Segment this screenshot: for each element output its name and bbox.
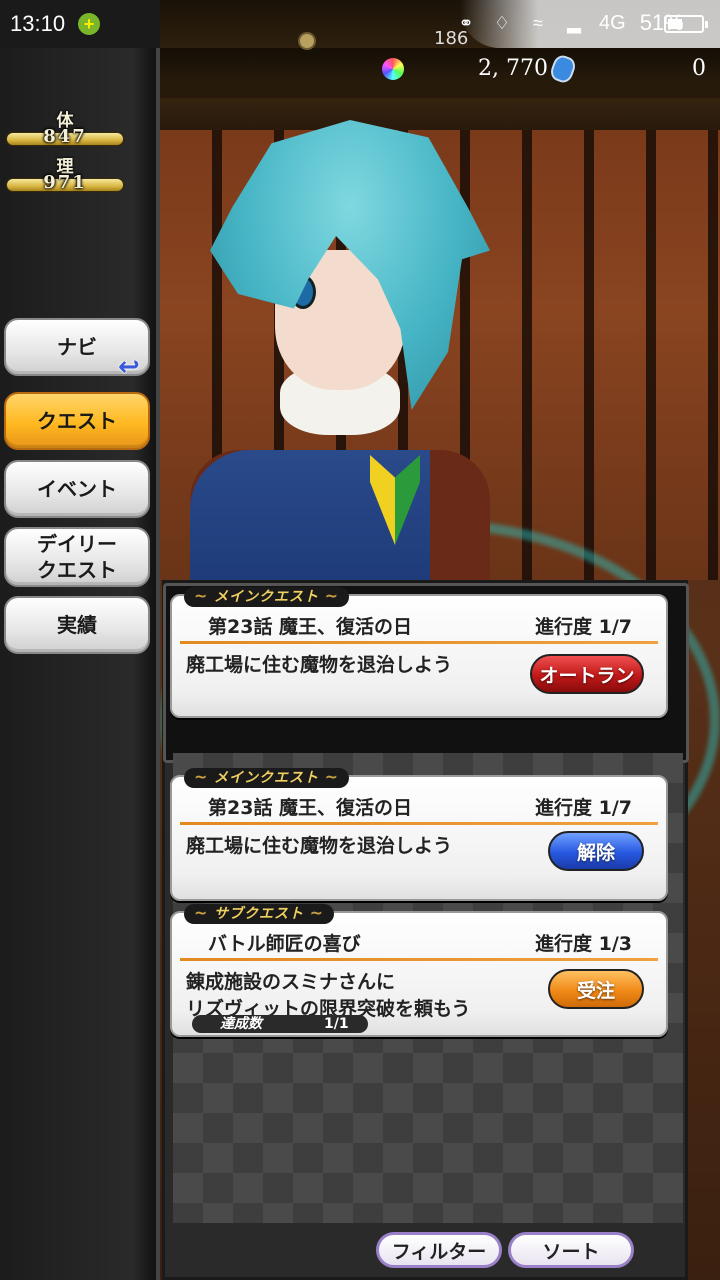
nav-daily-quest-label: デイリー クエスト (37, 532, 117, 582)
nav-achievements-label: 実績 (57, 613, 97, 637)
achievement-value: 1/1 (324, 1016, 349, 1032)
signal-icon: ▂ (567, 13, 581, 33)
divider (180, 958, 658, 961)
status-bar: 13:10 + ⚭ ♢ ≈ ▂ 4G 51% (0, 0, 720, 48)
crystal-count: 0 (692, 56, 706, 81)
quest-type-tag: サブクエスト (184, 903, 334, 924)
divider (180, 641, 658, 644)
nav-quest-label: クエスト (37, 409, 117, 433)
quest-progress: 進行度 1/3 (535, 933, 632, 955)
quest-card-sub[interactable]: サブクエスト バトル師匠の喜び 進行度 1/3 錬成施設のスミナさんに リズヴィ… (170, 903, 668, 1037)
stat-value-2: 971 (43, 172, 87, 193)
battery-icon (664, 15, 708, 33)
bell-off-icon: ♢ (493, 13, 511, 33)
return-arrow-icon: ↩ (118, 352, 140, 382)
sort-button[interactable]: ソート (508, 1232, 634, 1268)
nav-event-button[interactable]: イベント (4, 460, 150, 518)
quest-title: バトル師匠の喜び (208, 933, 361, 955)
achievement-count-bar: 達成数 1/1 (192, 1015, 368, 1033)
plus-notification-icon: + (78, 13, 100, 35)
quest-title: 第23話 魔王、復活の日 (208, 616, 413, 638)
auto-run-button[interactable]: オートラン (530, 654, 644, 694)
divider (180, 822, 658, 825)
wifi-icon: ≈ (533, 13, 543, 33)
quest-progress: 進行度 1/7 (535, 797, 632, 819)
quest-description: 廃工場に住む魔物を退治しよう (186, 654, 453, 676)
quest-title: 第23話 魔王、復活の日 (208, 797, 413, 819)
nav-quest-button[interactable]: クエスト (4, 392, 150, 450)
small-counter: 186 (434, 28, 469, 49)
status-icons: ⚭ ♢ ≈ ▂ 4G 51% (455, 10, 683, 36)
quest-description-line-1: 錬成施設のスミナさんに (186, 971, 396, 993)
character-portrait (190, 120, 520, 590)
quest-type-tag: メインクエスト (184, 586, 349, 607)
quest-description: 廃工場に住む魔物を退治しよう (186, 835, 453, 857)
coin-icon (298, 32, 316, 50)
quest-card-active[interactable]: メインクエスト 第23話 魔王、復活の日 進行度 1/7 廃工場に住む魔物を退治… (170, 586, 668, 718)
quest-type-tag: メインクエスト (184, 767, 349, 788)
clock: 13:10 (10, 11, 66, 36)
nav-event-label: イベント (37, 477, 117, 501)
gem-count: 2, 770 (478, 56, 548, 81)
quest-progress: 進行度 1/7 (535, 616, 632, 638)
achievement-label: 達成数 (220, 1016, 262, 1032)
nav-achievements-button[interactable]: 実績 (4, 596, 150, 654)
accept-quest-button[interactable]: 受注 (548, 969, 644, 1009)
left-sidebar (0, 48, 160, 1280)
cancel-quest-button[interactable]: 解除 (548, 831, 644, 871)
filter-button[interactable]: フィルター (376, 1232, 502, 1268)
nav-daily-quest-button[interactable]: デイリー クエスト (4, 527, 150, 587)
quest-card-main[interactable]: メインクエスト 第23話 魔王、復活の日 進行度 1/7 廃工場に住む魔物を退治… (170, 767, 668, 901)
nav-navi-label: ナビ (57, 335, 97, 359)
resource-bar: 186 2, 770 0 (160, 28, 720, 98)
coat-right (430, 450, 490, 590)
crystal-icon[interactable] (548, 53, 578, 85)
stat-value-1: 847 (43, 126, 87, 147)
network-type: 4G (599, 11, 626, 34)
rainbow-gem-icon[interactable] (382, 58, 404, 80)
